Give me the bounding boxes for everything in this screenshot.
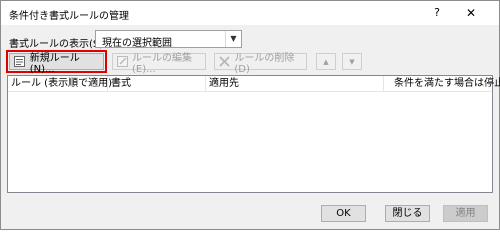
conditional-format-dialog: 条件付き書式ルールの管理 ? ✕ 書式ルールの表示(S): 現在の選択範囲 ▼ …: [0, 0, 500, 230]
rules-table-header: ルール (表示順で適用) 書式 適用先 条件を満たす場合は停止: [8, 76, 500, 92]
help-button[interactable]: ?: [429, 5, 445, 21]
column-header-format[interactable]: 書式: [108, 76, 206, 92]
column-header-applies-to[interactable]: 適用先: [206, 76, 384, 92]
edit-rule-label: ルールの編集(E)...: [132, 52, 192, 75]
arrow-up-icon: ▲: [323, 57, 329, 66]
move-down-button[interactable]: ▼: [342, 53, 362, 70]
scope-dropdown[interactable]: 現在の選択範囲 ▼: [95, 30, 242, 49]
dialog-title: 条件付き書式ルールの管理: [9, 11, 129, 22]
ok-button[interactable]: OK: [321, 205, 366, 222]
close-icon[interactable]: ✕: [463, 5, 479, 21]
edit-rule-button[interactable]: ルールの編集(E)...: [112, 53, 206, 75]
delete-icon: [219, 56, 230, 68]
move-up-button[interactable]: ▲: [316, 53, 336, 70]
delete-rule-button[interactable]: ルールの削除(D): [214, 53, 307, 75]
chevron-down-icon[interactable]: ▼: [225, 31, 241, 47]
close-button[interactable]: 閉じる: [385, 205, 430, 222]
edit-rule-icon: [117, 56, 128, 68]
title-bar: 条件付き書式ルールの管理 ? ✕: [1, 1, 499, 25]
delete-rule-label: ルールの削除(D): [234, 52, 295, 75]
column-header-stop-if-true[interactable]: 条件を満たす場合は停止: [384, 76, 500, 92]
new-rule-button[interactable]: 新規ルール(N)...: [9, 53, 104, 75]
rules-list[interactable]: ルール (表示順で適用) 書式 適用先 条件を満たす場合は停止: [7, 75, 500, 193]
arrow-down-icon: ▼: [349, 57, 355, 66]
column-header-rule[interactable]: ルール (表示順で適用): [8, 76, 112, 92]
scope-selected-value: 現在の選択範囲: [102, 38, 172, 49]
apply-button[interactable]: 適用: [443, 205, 488, 222]
new-rule-icon: [14, 56, 26, 68]
new-rule-label: 新規ルール(N)...: [29, 52, 80, 75]
